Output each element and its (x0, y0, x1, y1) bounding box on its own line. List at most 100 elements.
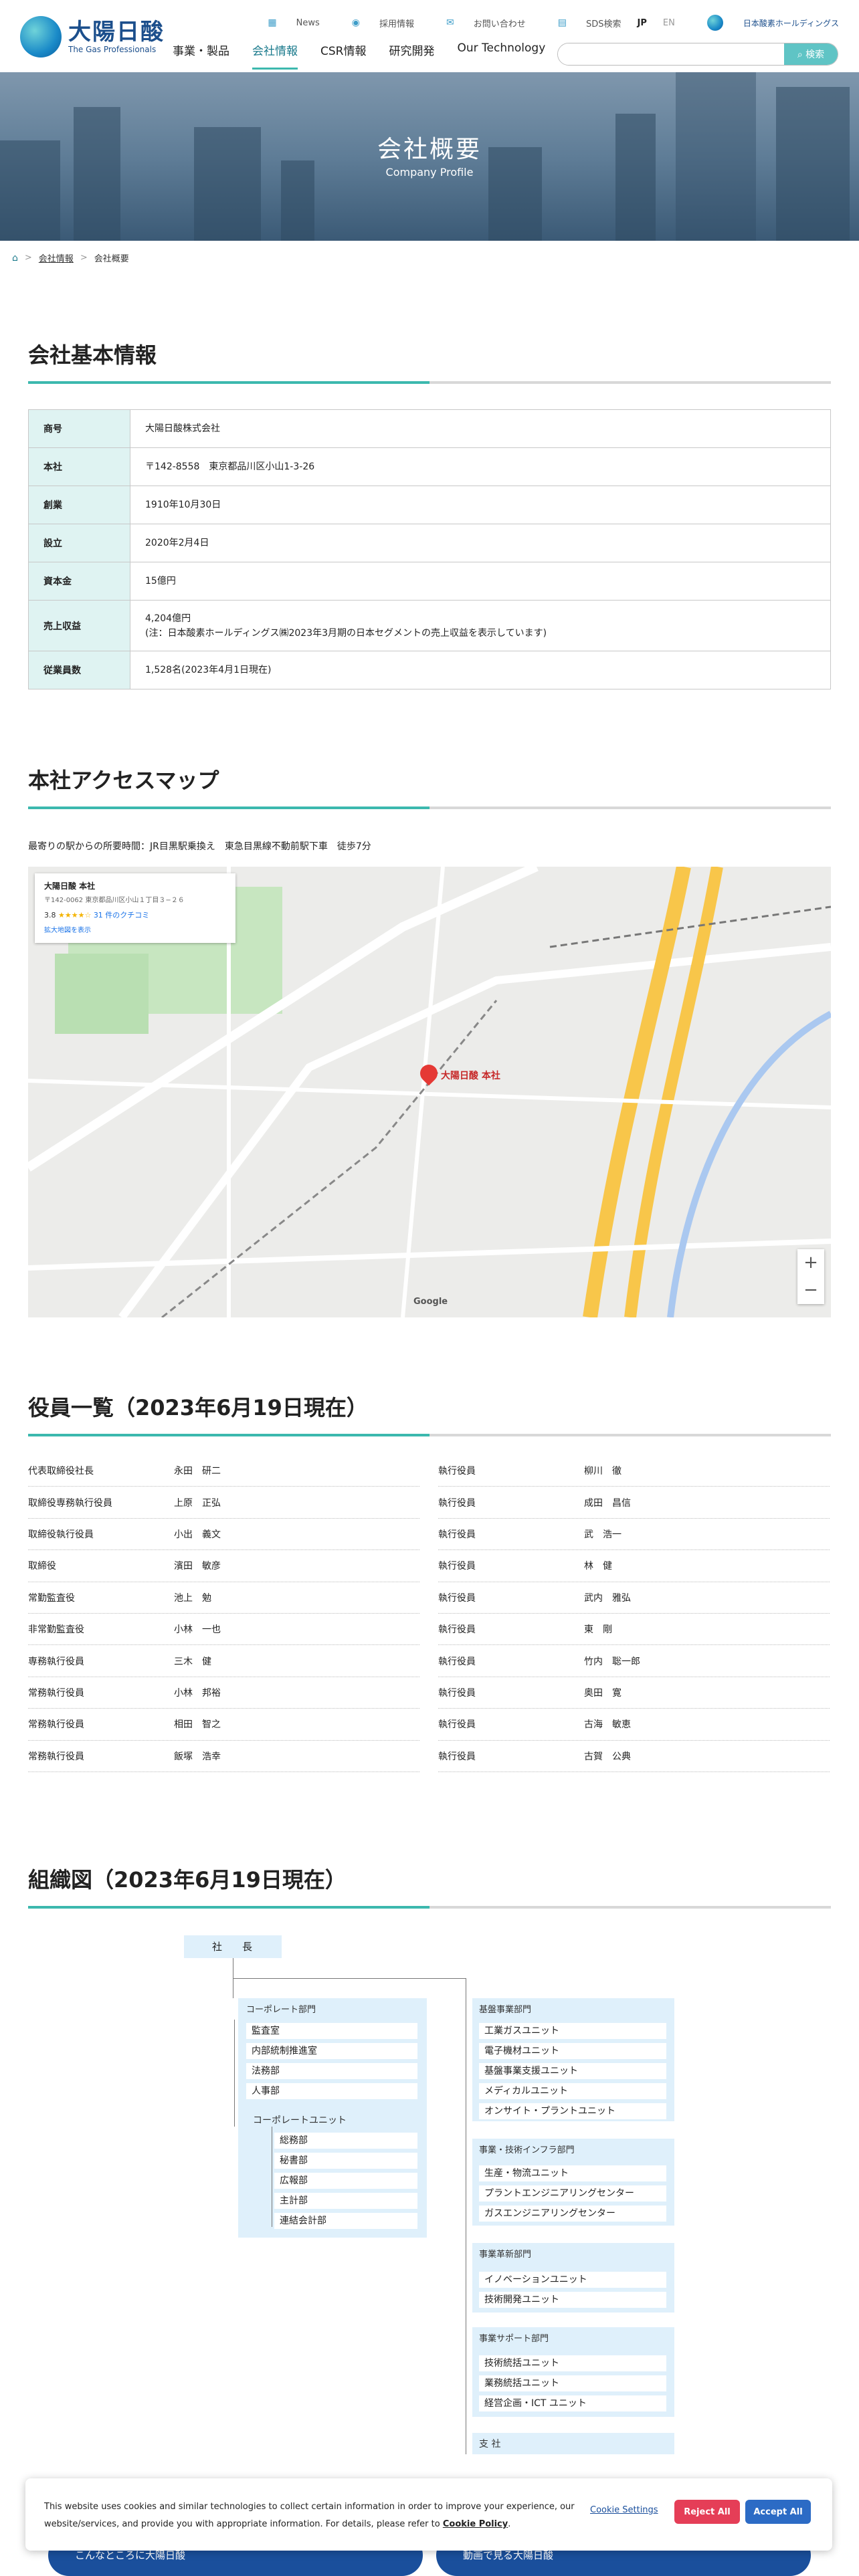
list-item: 常勤監査役 池上 勉 (28, 1582, 419, 1614)
zoom-out-button[interactable]: − (797, 1277, 824, 1304)
map-park (55, 954, 149, 1034)
row-value: 〒142-8558 東京都品川区小山1-3-26 (130, 447, 831, 486)
org-unit: 連結会計部 (274, 2213, 417, 2229)
org-unit: メディカルユニット (479, 2083, 666, 2099)
org-dept-title: コーポレート部門 (246, 2005, 316, 2015)
rating-stars-icon: ★★★★☆ (58, 911, 92, 920)
org-unit: オンサイト・プラントユニット (479, 2103, 666, 2119)
map-zoom-control: + − (797, 1249, 824, 1304)
list-item: 執行役員 成田 昌信 (438, 1487, 830, 1519)
document-icon: ▤ (557, 17, 567, 28)
section-divider (28, 1434, 831, 1436)
breadcrumb-separator: > (24, 253, 32, 263)
news-link[interactable]: ▦ News (252, 17, 319, 28)
table-row: 商号 大陽日酸株式会社 (28, 409, 831, 448)
site-header: 大陽日酸 The Gas Professionals ▦ News ◉ 採用情報 ✉… (0, 0, 859, 72)
person-icon: ◉ (351, 17, 360, 28)
row-label: 設立 (28, 524, 130, 562)
home-icon[interactable]: ⌂ (12, 253, 18, 263)
table-row: 本社 〒142-8558 東京都品川区小山1-3-26 (28, 447, 831, 486)
list-item: 常務執行役員 飯塚 浩幸 (28, 1741, 419, 1772)
lang-jp[interactable]: JP (638, 18, 647, 28)
search-input[interactable] (558, 43, 784, 65)
list-item: 取締役執行役員 小出 義文 (28, 1519, 419, 1551)
row-label: 商号 (28, 409, 130, 448)
recruit-link[interactable]: ◉ 採用情報 (336, 17, 414, 29)
row-label: 売上収益 (28, 600, 130, 651)
nav-csr[interactable]: CSR情報 (320, 41, 366, 70)
table-row: 売上収益 4,204億円 (注：日本酸素ホールディングス㈱2023年3月期の日本セグ… (28, 600, 831, 651)
logo-tagline: The Gas Professionals (68, 45, 157, 54)
row-value: 1,528名(2023年4月1日現在) (130, 651, 831, 689)
row-label: 従業員数 (28, 651, 130, 689)
org-unit: 主計部 (274, 2193, 417, 2209)
accept-all-button[interactable]: Accept All (745, 2500, 811, 2524)
search-icon: ⌕ (797, 49, 806, 60)
row-value: 大陽日酸株式会社 (130, 409, 831, 448)
section-title-basic-info: 会社基本情報 (28, 342, 157, 368)
org-unit: イノベーションユニット (479, 2272, 666, 2288)
utility-nav: ▦ News ◉ 採用情報 ✉ お問い合わせ ▤ SDS検索 JP EN 日本酸素ホール… (235, 15, 839, 31)
org-subdept-title: コーポレートユニット (253, 2115, 347, 2126)
cookie-banner: This website uses cookies and similar te… (25, 2478, 832, 2551)
org-unit: ガスエンジニアリングセンター (479, 2206, 666, 2222)
org-dept-title: 事業サポート部門 (479, 2334, 549, 2344)
row-value: 15億円 (130, 562, 831, 601)
list-item: 執行役員林 健 (438, 1550, 830, 1582)
table-row: 設立 2020年2月4日 (28, 524, 831, 562)
list-item: 執行役員 古賀 公典 (438, 1741, 830, 1772)
site-search: ⌕ 検索 (557, 43, 838, 66)
embedded-map[interactable]: 大陽日酸 本社 〒142-0062 東京都品川区小山１丁目３−２６ 3.8 ★★… (28, 867, 831, 1317)
org-unit: 基盤事業支援ユニット (479, 2063, 666, 2079)
reject-all-button[interactable]: Reject All (674, 2500, 740, 2524)
access-directions: 最寄りの駅からの所要時間：JR目黒駅乗換え 東急目黒線不動前駅下車 徒歩7分 (28, 841, 371, 852)
section-title-org: 組織図（2023年6月19日現在） (28, 1867, 347, 1893)
list-item: 取締役 濱田 敏彦 (28, 1550, 419, 1582)
cookie-policy-link[interactable]: Cookie Policy (443, 2519, 508, 2529)
nav-business[interactable]: 事業・製品 (173, 41, 229, 70)
logo-mark-icon (20, 16, 62, 58)
nav-company[interactable]: 会社情報 (252, 41, 298, 70)
row-value: 2020年2月4日 (130, 524, 831, 562)
nav-rd[interactable]: 研究開発 (389, 41, 434, 70)
list-item: 執行役員武 浩一 (438, 1519, 830, 1551)
map-reviews-link[interactable]: 31 件のクチコミ (94, 911, 150, 920)
lang-en[interactable]: EN (663, 18, 675, 28)
hero-banner: 会社概要 Company Profile (0, 72, 859, 241)
list-item: 執行役員 古海 敏恵 (438, 1709, 830, 1741)
sds-link[interactable]: ▤ SDS検索 (542, 17, 622, 29)
org-unit: 技術統括ユニット (479, 2355, 666, 2371)
site-logo[interactable]: 大陽日酸 The Gas Professionals (20, 16, 165, 58)
map-place-rating: 3.8 ★★★★☆ 31 件のクチコミ (44, 911, 150, 920)
cookie-settings-link[interactable]: Cookie Settings (590, 2505, 658, 2515)
company-info-table: 商号 大陽日酸株式会社 本社 〒142-8558 東京都品川区小山1-3-26 創業… (28, 409, 831, 689)
nav-technology[interactable]: Our Technology (457, 41, 545, 70)
org-unit: 広報部 (274, 2173, 417, 2189)
org-unit: プラントエンジニアリングセンター (479, 2185, 666, 2202)
list-item: 常務執行役員 相田 智之 (28, 1709, 419, 1741)
map-place-address: 〒142-0062 東京都品川区小山１丁目３−２６ (44, 897, 185, 904)
org-unit: 技術開発ユニット (479, 2292, 666, 2308)
org-unit: 業務統括ユニット (479, 2375, 666, 2391)
breadcrumb: ⌂ > 会社情報 > 会社概要 (12, 251, 129, 265)
section-divider (28, 1906, 831, 1909)
row-value: 1910年10月30日 (130, 486, 831, 524)
zoom-in-button[interactable]: + (797, 1249, 824, 1277)
org-dept-title: 事業革新部門 (479, 2250, 532, 2260)
list-item: 執行役員東 剛 (438, 1614, 830, 1646)
search-button[interactable]: ⌕ 検索 (784, 43, 838, 65)
cookie-message: This website uses cookies and similar te… (44, 2502, 575, 2529)
holdings-link[interactable]: 日本酸素ホールディングス (691, 15, 839, 31)
contact-link[interactable]: ✉ お問い合わせ (430, 17, 526, 29)
logo-name: 大陽日酸 (68, 19, 165, 45)
org-unit: 内部統制推進室 (246, 2043, 417, 2059)
breadcrumb-company[interactable]: 会社情報 (39, 251, 74, 264)
table-row: 創業 1910年10月30日 (28, 486, 831, 524)
map-larger-link[interactable]: 拡大地図を表示 (44, 924, 226, 934)
breadcrumb-current: 会社概要 (94, 254, 129, 264)
org-unit: 工業ガスユニット (479, 2023, 666, 2039)
org-unit: 秘書部 (274, 2153, 417, 2169)
page-title: 会社概要 (377, 136, 482, 163)
org-dept-title: 基盤事業部門 (479, 2005, 532, 2015)
map-pin-label: 大陽日酸 本社 (441, 1071, 500, 1081)
